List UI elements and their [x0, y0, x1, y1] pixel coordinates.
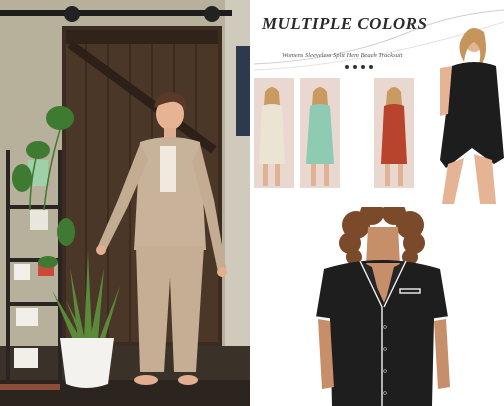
swatch-rust[interactable]: [374, 78, 414, 188]
product-banner: MULTIPLE COLORS Womens Sleeveless Split …: [254, 0, 504, 204]
pager-dot[interactable]: [353, 65, 357, 69]
pager-dot[interactable]: [345, 65, 349, 69]
banner-subtitle: Womens Sleeveless Split Hem Beach Tracks…: [282, 52, 403, 59]
swatch-mint[interactable]: [300, 78, 340, 188]
banner-title: MULTIPLE COLORS: [262, 14, 428, 33]
pager-dots[interactable]: [345, 65, 373, 69]
lifestyle-photo: [0, 0, 250, 406]
hero-model-black[interactable]: [434, 18, 504, 204]
pajama-product-photo: [254, 207, 504, 406]
pager-dot[interactable]: [361, 65, 365, 69]
swatch-cream[interactable]: [254, 78, 294, 188]
pager-dot[interactable]: [369, 65, 373, 69]
